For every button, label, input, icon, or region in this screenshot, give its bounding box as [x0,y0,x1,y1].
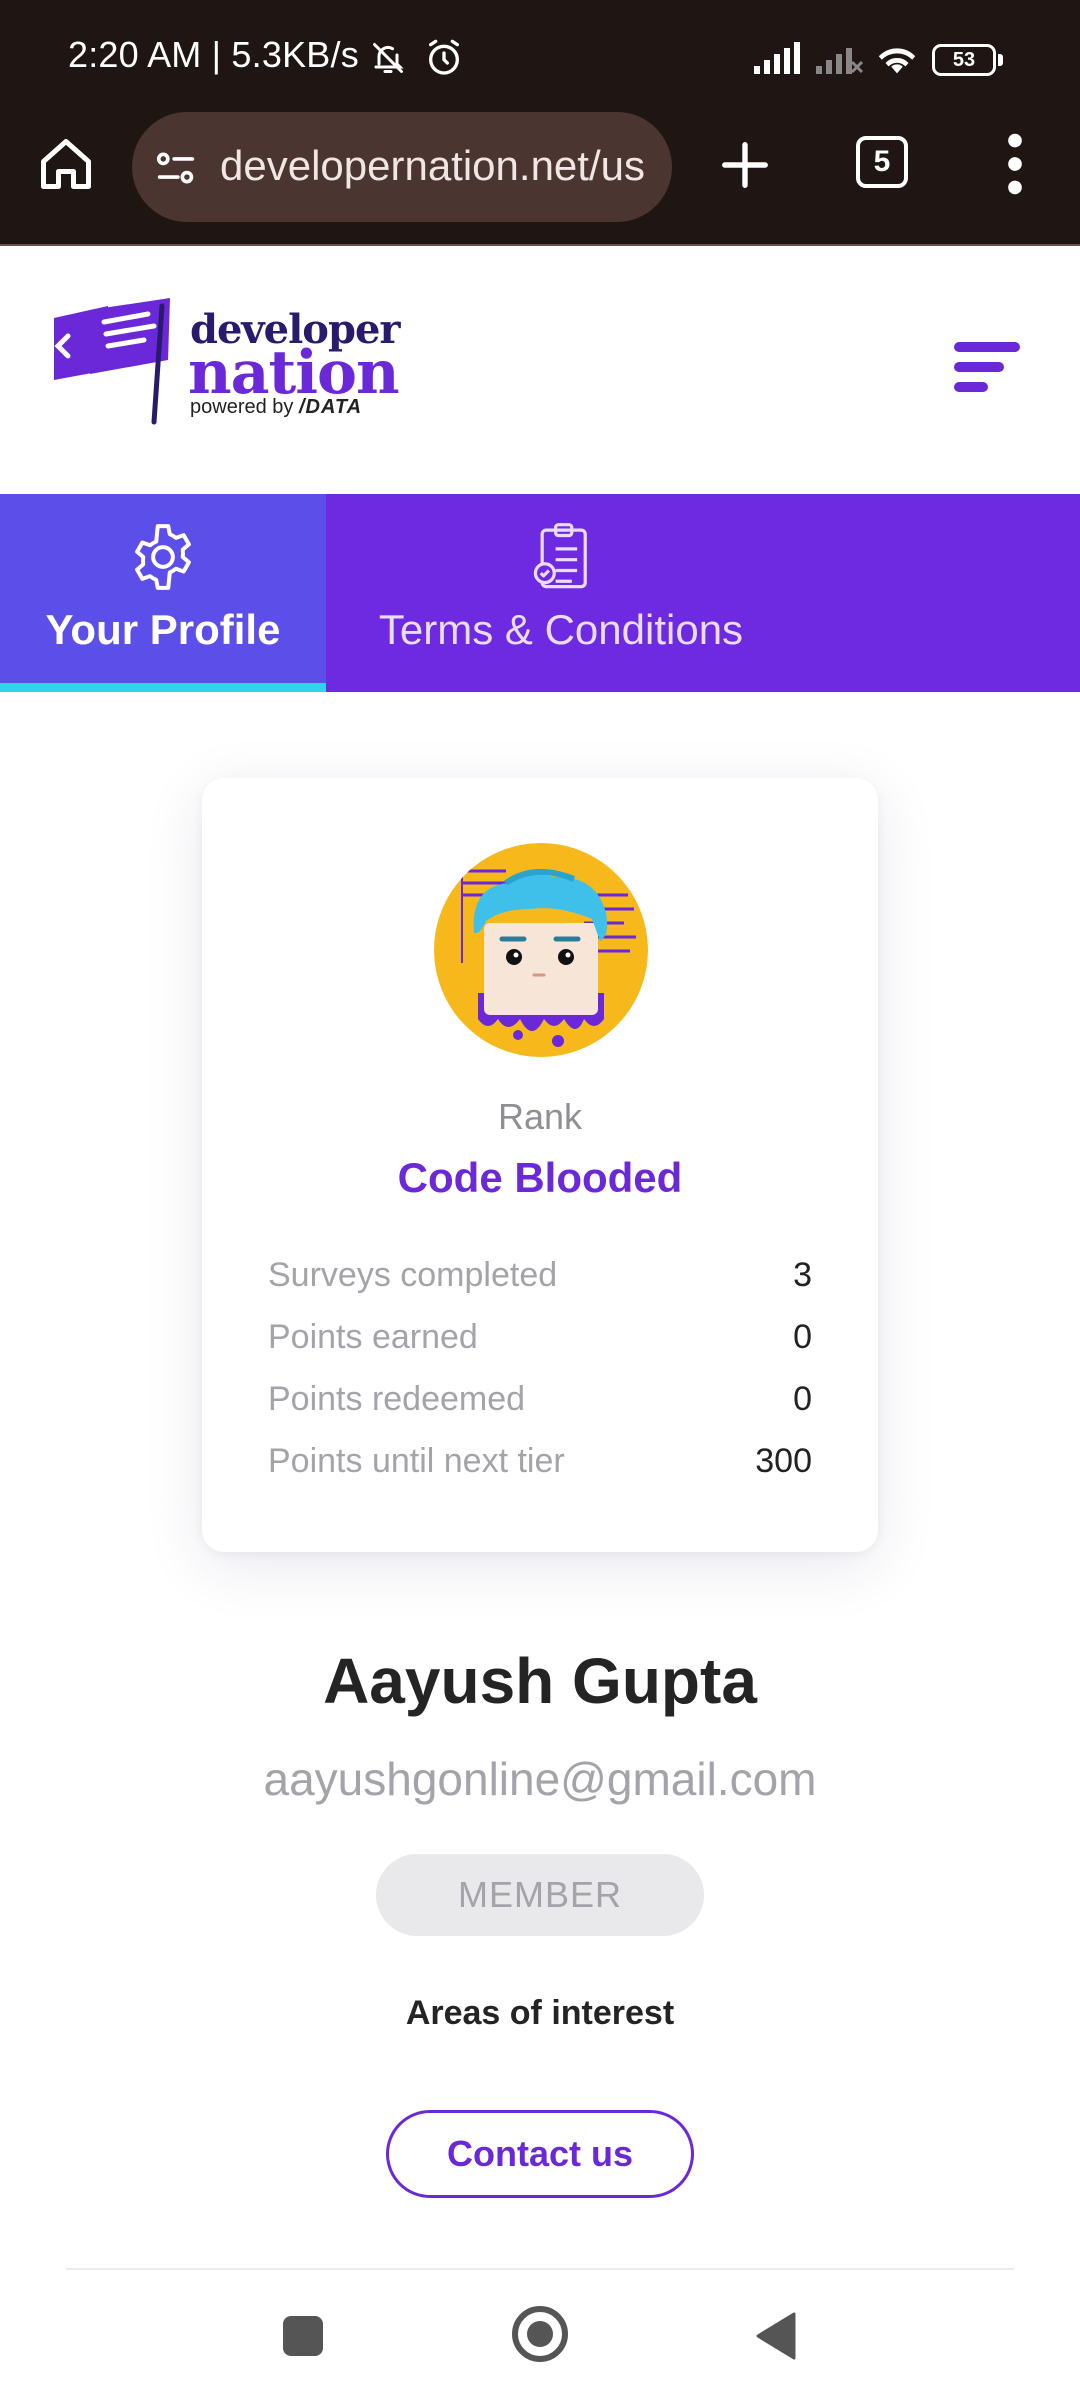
wifi-icon [878,48,916,74]
stat-row: Points until next tier 300 [268,1432,812,1494]
tab-your-profile[interactable]: Your Profile [0,494,326,692]
active-tab-indicator [0,683,326,692]
member-badge: MEMBER [376,1854,704,1936]
status-bar: 2:20 AM | 5.3KB/s 53 [0,0,1080,118]
tab-terms-conditions[interactable]: Terms & Conditions [326,494,776,692]
stat-label: Points until next tier [268,1442,565,1480]
status-time: 2:20 AM | 5.3KB/s [68,34,359,75]
gear-icon [135,524,191,590]
logo-flag-icon[interactable] [50,296,180,426]
home-icon[interactable] [36,134,96,194]
logo-powered-text: powered by [190,396,294,418]
logo-powered-by: powered by /DATA [190,396,362,419]
system-nav-bar [0,2270,1080,2400]
rank-name: Code Blooded [397,1154,683,1201]
areas-of-interest-heading: Areas of interest [405,1994,675,2032]
back-triangle-icon[interactable] [754,2312,796,2360]
battery-level: 53 [952,49,976,71]
browser-toolbar: developernation.net/us 5 [0,112,1080,232]
battery-icon: 53 [932,44,1004,76]
alarm-icon [429,39,459,75]
recent-apps-icon[interactable] [283,2316,323,2356]
profile-tabbar: Your Profile Terms & Conditions [0,494,1080,692]
plus-icon[interactable] [718,138,772,192]
site-settings-icon[interactable] [154,148,198,188]
signal-off-icon [816,48,864,74]
user-name: Aayush Gupta [323,1645,757,1717]
stat-label: Points redeemed [268,1380,526,1418]
stat-value: 0 [793,1318,812,1356]
stats-list: Surveys completed 3 Points earned 0 Poin… [268,1246,812,1494]
profile-card: Rank Code Blooded Surveys completed 3 Po… [202,778,878,1552]
stat-row: Surveys completed 3 [268,1246,812,1308]
contact-us-button[interactable]: Contact us [386,2110,694,2198]
hamburger-menu-icon[interactable] [950,338,1024,398]
stat-value: 0 [793,1380,812,1418]
bell-off-icon [373,43,404,73]
browser-chrome: 2:20 AM | 5.3KB/s 53 developernation.net… [0,0,1080,246]
logo-brand-text: /DATA [298,396,363,418]
stat-value: 3 [793,1256,812,1294]
tabs-icon[interactable]: 5 [856,136,908,188]
avatar [434,843,648,1057]
stat-row: Points redeemed 0 [268,1370,812,1432]
signal-icon [754,42,800,74]
tab-terms-conditions-label: Terms & Conditions [378,606,744,653]
stat-label: Points earned [268,1318,478,1356]
site-header: developer nation powered by /DATA [0,246,1080,494]
user-email: aayushgonline@gmail.com [263,1753,817,1805]
tab-your-profile-label: Your Profile [45,606,281,653]
url-text[interactable]: developernation.net/us [220,142,645,190]
clipboard-icon [533,523,587,589]
home-circle-icon[interactable] [512,2306,568,2362]
rank-label: Rank [497,1096,583,1137]
stat-row: Points earned 0 [268,1308,812,1370]
stat-label: Surveys completed [268,1256,558,1294]
address-bar[interactable]: developernation.net/us [132,112,672,222]
more-vertical-icon[interactable] [1000,132,1030,196]
stat-value: 300 [755,1442,812,1480]
